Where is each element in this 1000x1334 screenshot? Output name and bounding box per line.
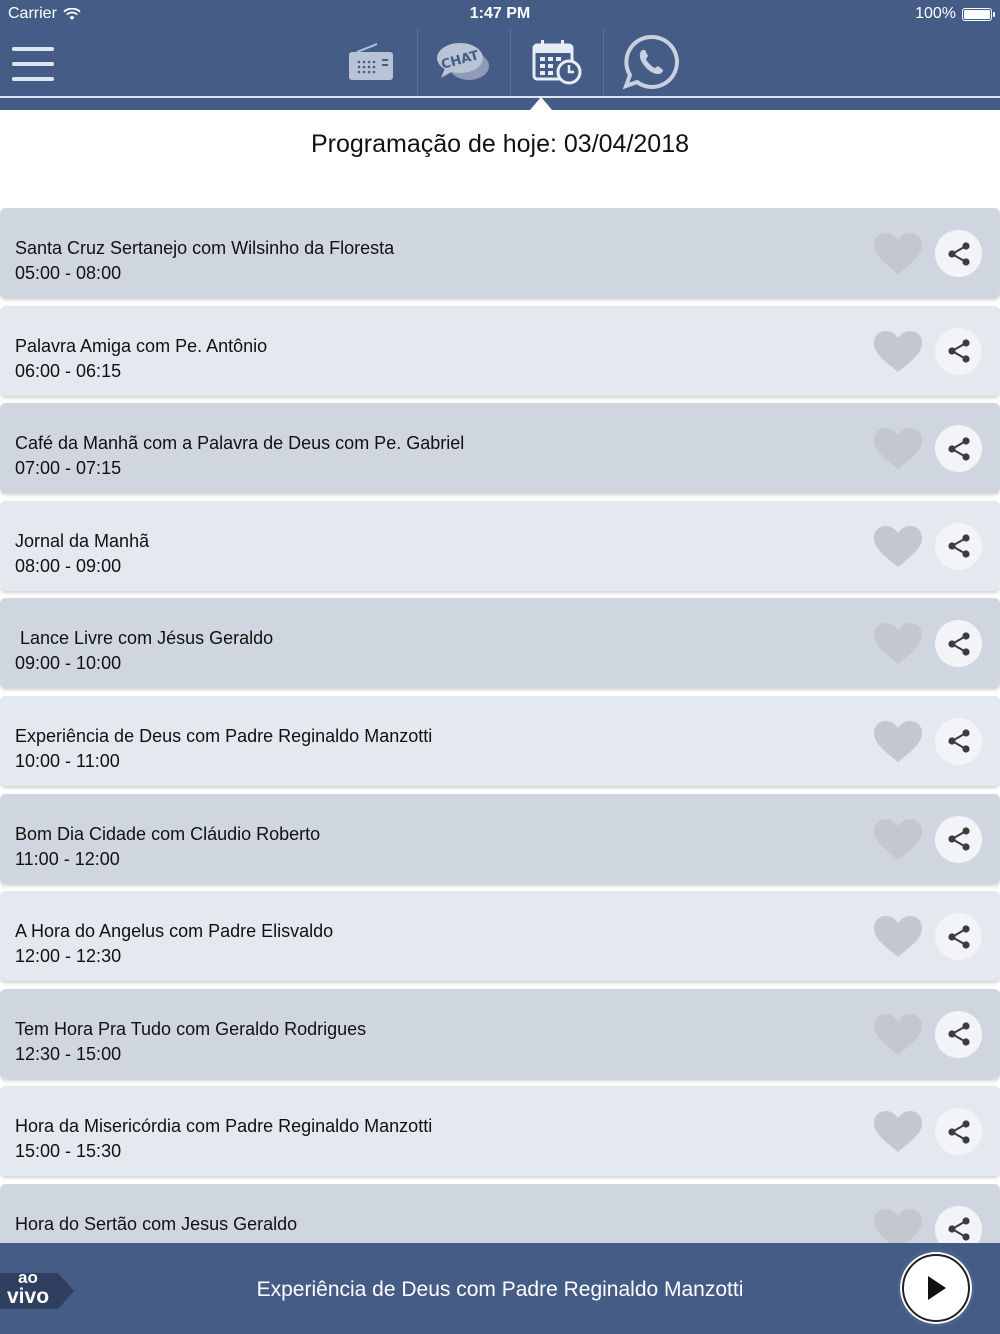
program-title: Jornal da Manhã bbox=[15, 530, 150, 551]
status-bar: Carrier 1:47 PM 100% bbox=[0, 0, 1000, 28]
program-title: Tem Hora Pra Tudo com Geraldo Rodrigues bbox=[15, 1018, 367, 1039]
share-button[interactable] bbox=[935, 1108, 982, 1156]
menu-button[interactable] bbox=[12, 47, 54, 81]
program-hours: 08:00 - 09:00 bbox=[15, 555, 122, 576]
schedule-row[interactable]: Jornal da Manhã 08:00 - 09:00 bbox=[0, 500, 1000, 591]
share-button[interactable] bbox=[935, 425, 982, 473]
share-icon bbox=[946, 339, 972, 363]
live-badge-bottom: vivo bbox=[7, 1285, 50, 1308]
program-title: Palavra Amiga com Pe. Antônio bbox=[15, 335, 268, 356]
program-title: Hora do Sertão com Jesus Geraldo bbox=[15, 1213, 298, 1234]
tab-radio[interactable] bbox=[325, 28, 418, 96]
program-title: Café da Manhã com a Palavra de Deus com … bbox=[15, 433, 465, 454]
program-hours: 06:00 - 06:15 bbox=[15, 360, 122, 381]
share-icon bbox=[946, 241, 972, 266]
chat-icon: CHAT bbox=[437, 43, 489, 80]
share-icon bbox=[946, 632, 972, 656]
now-playing-title: Experiência de Deus com Padre Reginaldo … bbox=[256, 1278, 744, 1301]
program-hours: 10:00 - 11:00 bbox=[15, 750, 120, 771]
battery-percent: 100% bbox=[915, 5, 956, 22]
share-button[interactable] bbox=[935, 620, 982, 668]
favorite-heart-icon[interactable] bbox=[872, 427, 924, 471]
favorite-heart-icon[interactable] bbox=[872, 818, 924, 862]
schedule-row[interactable]: A Hora do Angelus com Padre Elisvaldo 12:… bbox=[0, 891, 1000, 982]
page-title: Programação de hoje: 03/04/2018 bbox=[310, 130, 690, 158]
schedule-row[interactable]: Café da Manhã com a Palavra de Deus com … bbox=[0, 403, 1000, 494]
whatsapp-icon bbox=[622, 34, 679, 90]
favorite-heart-icon[interactable] bbox=[872, 232, 924, 276]
clock: 1:47 PM bbox=[469, 5, 531, 22]
program-hours: 11:00 - 12:00 bbox=[15, 848, 120, 869]
favorite-heart-icon[interactable] bbox=[872, 622, 924, 666]
program-title: A Hora do Angelus com Padre Elisvaldo bbox=[15, 921, 334, 942]
schedule-row[interactable]: Bom Dia Cidade com Cláudio Roberto 11:00 … bbox=[0, 793, 1000, 884]
program-title: Santa Cruz Sertanejo com Wilsinho da Flo… bbox=[15, 238, 395, 258]
radio-icon bbox=[349, 43, 393, 80]
share-button[interactable] bbox=[935, 1010, 982, 1058]
program-hours: 12:00 - 12:30 bbox=[15, 946, 122, 967]
share-icon bbox=[946, 534, 972, 558]
share-button[interactable] bbox=[935, 815, 982, 863]
favorite-heart-icon[interactable] bbox=[872, 720, 924, 764]
favorite-heart-icon[interactable] bbox=[872, 915, 924, 959]
share-icon bbox=[946, 729, 972, 754]
favorite-heart-icon[interactable] bbox=[872, 330, 924, 374]
schedule-row[interactable]: Hora da Misericórdia com Padre Reginaldo… bbox=[0, 1086, 1000, 1177]
share-button[interactable] bbox=[935, 1205, 982, 1243]
program-hours: 12:30 - 15:00 bbox=[15, 1043, 122, 1064]
share-icon bbox=[946, 827, 972, 851]
favorite-heart-icon[interactable] bbox=[872, 1110, 924, 1154]
top-bar: Carrier 1:47 PM 100% CHAT bbox=[0, 0, 1000, 110]
favorite-heart-icon[interactable] bbox=[872, 1013, 924, 1057]
selected-tab-indicator bbox=[530, 97, 552, 110]
share-button[interactable] bbox=[935, 913, 982, 961]
battery-icon bbox=[962, 7, 995, 21]
live-badge: ao vivo bbox=[0, 1269, 74, 1309]
schedule-list[interactable]: Santa Cruz Sertanejo com Wilsinho da Flo… bbox=[0, 208, 1000, 1243]
program-title: Experiência de Deus com Padre Reginaldo … bbox=[15, 725, 433, 746]
schedule-row[interactable]: Lance Livre com Jésus Geraldo 09:00 - 10:… bbox=[0, 598, 1000, 689]
favorite-heart-icon[interactable] bbox=[872, 525, 924, 569]
favorite-heart-icon[interactable] bbox=[872, 1208, 924, 1243]
schedule-row[interactable]: Santa Cruz Sertanejo com Wilsinho da Flo… bbox=[0, 208, 1000, 298]
header-divider bbox=[0, 96, 1000, 98]
share-button[interactable] bbox=[935, 230, 982, 277]
live-badge-top: ao bbox=[18, 1268, 38, 1287]
schedule-row[interactable]: Experiência de Deus com Padre Reginaldo … bbox=[0, 695, 1000, 786]
share-icon bbox=[946, 437, 972, 461]
program-title: Hora da Misericórdia com Padre Reginaldo… bbox=[15, 1116, 433, 1137]
program-title: Bom Dia Cidade com Cláudio Roberto bbox=[15, 823, 321, 844]
play-button[interactable] bbox=[898, 1250, 974, 1326]
share-icon bbox=[946, 925, 972, 949]
share-button[interactable] bbox=[935, 522, 982, 570]
player-bar: ao vivo Experiência de Deus com Padre Re… bbox=[0, 1243, 1000, 1334]
program-title: Lance Livre com Jésus Geraldo bbox=[15, 628, 274, 649]
program-hours: 15:00 - 15:30 bbox=[15, 1141, 122, 1162]
tab-chat[interactable]: CHAT bbox=[418, 28, 511, 96]
share-icon bbox=[946, 1217, 972, 1242]
main-nav-tabs: CHAT bbox=[325, 28, 697, 96]
program-hours: 09:00 - 10:00 bbox=[15, 653, 122, 674]
schedule-row[interactable]: Hora do Sertão com Jesus Geraldo bbox=[0, 1183, 1000, 1243]
schedule-row[interactable]: Tem Hora Pra Tudo com Geraldo Rodrigues 1… bbox=[0, 988, 1000, 1079]
tab-schedule[interactable] bbox=[511, 28, 604, 96]
calendar-schedule-icon bbox=[532, 40, 582, 85]
share-icon bbox=[946, 1022, 972, 1046]
battery-status: 100% bbox=[915, 5, 995, 23]
schedule-row[interactable]: Palavra Amiga com Pe. Antônio 06:00 - 06:… bbox=[0, 305, 1000, 396]
share-button[interactable] bbox=[935, 717, 982, 765]
share-icon bbox=[946, 1120, 972, 1144]
tab-whatsapp[interactable] bbox=[604, 28, 697, 96]
program-hours: 07:00 - 07:15 bbox=[15, 458, 122, 479]
share-button[interactable] bbox=[935, 327, 982, 375]
program-hours: 05:00 - 08:00 bbox=[15, 263, 122, 283]
